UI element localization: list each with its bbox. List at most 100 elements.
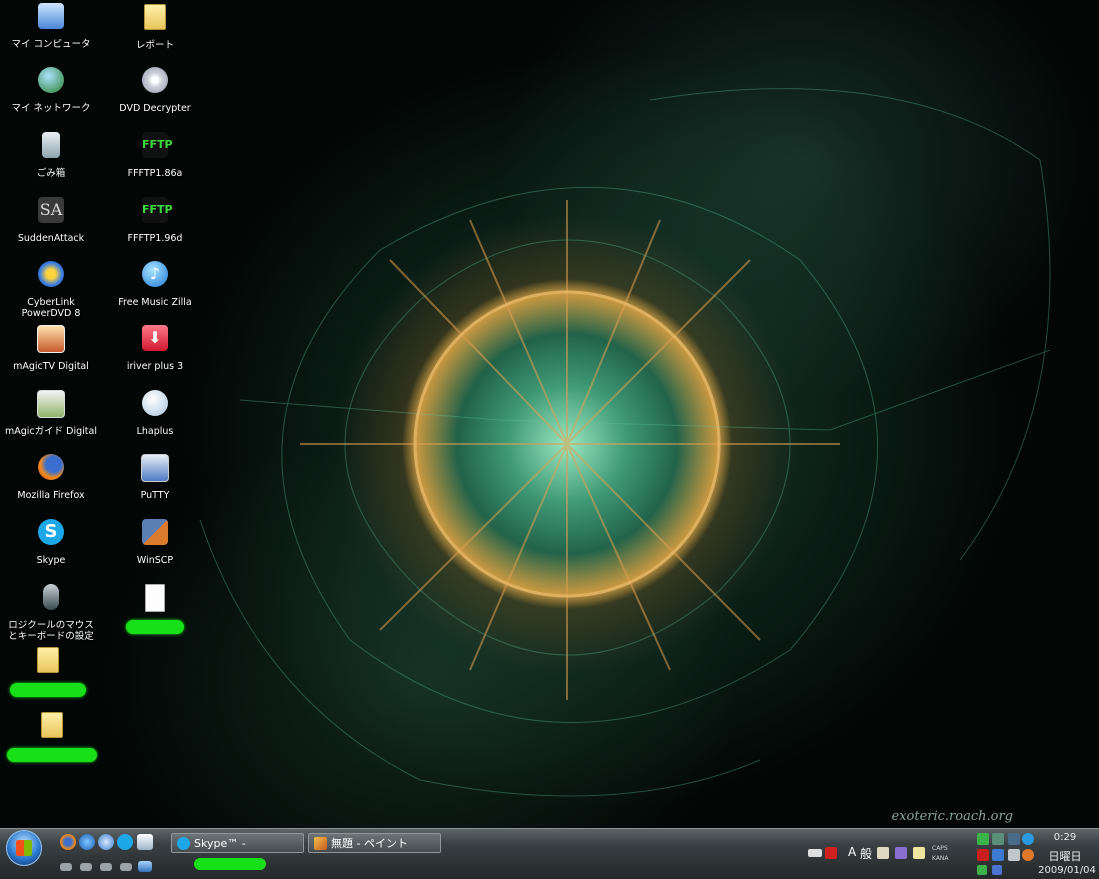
redacted-label <box>194 858 266 870</box>
desktop-icon-firefox[interactable]: Mozilla Firefox <box>3 451 99 501</box>
desktop-icon-iriver-plus[interactable]: ⬇ iriver plus 3 <box>107 322 203 372</box>
icon-label: ごみ箱 <box>36 168 66 179</box>
desktop-icon-hidden-folder-2[interactable] <box>4 708 100 765</box>
ime-pad-icon[interactable] <box>825 847 837 859</box>
icon-label: マイ ネットワーク <box>11 103 91 114</box>
folder-icon <box>32 647 64 679</box>
tray-app-icon[interactable] <box>977 865 987 875</box>
skype-icon[interactable] <box>117 834 133 850</box>
icon-label: SuddenAttack <box>17 233 85 244</box>
icon-label: DVD Decrypter <box>119 103 191 114</box>
desktop-icon-skype[interactable]: S Skype <box>3 516 99 566</box>
document-icon <box>139 584 171 616</box>
desktop-icon-my-network[interactable]: マイ ネットワーク <box>3 64 99 114</box>
taskbar-button-paint[interactable]: 無題 - ペイント <box>308 833 441 853</box>
ftp-icon: FFTP <box>139 197 173 229</box>
ftp-icon: FFTP <box>139 132 173 164</box>
desktop-icon-ffftp-186a[interactable]: FFTP FFFTP1.86a <box>107 129 203 179</box>
clock-time[interactable]: 0:29 <box>1040 832 1090 843</box>
desktop-icon-lhaplus[interactable]: Lhaplus <box>107 387 203 437</box>
desktop-icon-sudden-attack[interactable]: SA SuddenAttack <box>3 194 99 244</box>
folder-icon <box>139 4 171 36</box>
security-icon[interactable] <box>977 833 989 845</box>
music-icon: ♪ <box>139 261 171 293</box>
tv-icon <box>35 325 67 357</box>
clock-date[interactable]: 2009/01/04 <box>1037 865 1097 876</box>
taskbar-button-label: Skype™ - <box>194 837 246 850</box>
transfer-icon <box>139 519 171 551</box>
desktop-icon-magictv[interactable]: mAgicTV Digital <box>3 322 99 372</box>
desktop-icon-recycle-bin[interactable]: ごみ箱 <box>3 129 99 179</box>
icon-label: FFFTP1.96d <box>127 233 183 244</box>
tray-app-icon[interactable] <box>992 849 1004 861</box>
desktop-icon-free-music-zilla[interactable]: ♪ Free Music Zilla <box>107 258 203 308</box>
taskbar: Skype™ - 無題 - ペイント A 般 CAPS KANA 0:29 日曜… <box>0 828 1099 879</box>
ime-dictionary-icon[interactable] <box>895 847 907 859</box>
ati-icon[interactable] <box>977 849 989 861</box>
keyboard-icon[interactable] <box>808 849 822 857</box>
network-status-icon[interactable] <box>992 833 1004 845</box>
tray-app-icon[interactable] <box>992 865 1002 875</box>
icon-label: Mozilla Firefox <box>17 490 85 501</box>
tray-app-icon[interactable] <box>1008 833 1020 845</box>
terminal-icon <box>139 454 171 486</box>
ime-tool-icon[interactable] <box>877 847 889 859</box>
icon-label: Free Music Zilla <box>118 297 192 308</box>
icon-label: PuTTY <box>140 490 170 501</box>
wallpaper-credit: exoteric.roach.org <box>891 809 1014 824</box>
drive-icon[interactable] <box>100 863 112 871</box>
kana-indicator: KANA <box>932 855 949 862</box>
drive-icon[interactable] <box>60 863 72 871</box>
desktop-icon-magic-guide[interactable]: mAgicガイド Digital <box>3 387 99 437</box>
icon-label: ロジクールのマウスとキーボードの設定 <box>8 620 94 642</box>
skype-icon: S <box>35 519 67 551</box>
redacted-label <box>126 620 184 634</box>
ie-icon[interactable] <box>79 834 95 850</box>
tv-guide-icon <box>35 390 67 422</box>
redacted-label <box>10 683 86 697</box>
show-desktop-icon[interactable] <box>137 834 153 850</box>
desktop-icon-logicool[interactable]: ロジクールのマウスとキーボードの設定 <box>3 581 99 642</box>
icon-label: Skype <box>36 555 66 566</box>
icon-label: WinSCP <box>136 555 174 566</box>
skype-icon <box>177 837 190 850</box>
icon-label: mAgicTV Digital <box>13 361 89 372</box>
help-icon[interactable] <box>913 847 925 859</box>
start-button[interactable] <box>6 830 42 866</box>
media-player-icon[interactable] <box>98 834 114 850</box>
icon-label: mAgicガイド Digital <box>5 426 97 437</box>
icon-label: マイ コンピュータ <box>11 39 91 50</box>
drive-icon[interactable] <box>120 863 132 871</box>
desktop-icon-ffftp-196d[interactable]: FFTP FFFTP1.96d <box>107 194 203 244</box>
clock-day[interactable]: 日曜日 <box>1040 848 1090 864</box>
caps-indicator: CAPS <box>932 845 948 852</box>
redacted-label <box>7 748 97 762</box>
archive-icon <box>139 390 171 422</box>
ime-kanji[interactable]: 般 <box>860 845 872 862</box>
desktop-icon-report-folder[interactable]: レポート <box>107 0 203 51</box>
network-icon <box>35 67 67 99</box>
monitor-icon[interactable] <box>138 861 152 872</box>
mouse-icon <box>35 584 67 616</box>
skype-icon[interactable] <box>1022 833 1034 845</box>
tray-app-icon[interactable] <box>1022 849 1034 861</box>
icon-label: Lhaplus <box>136 426 174 437</box>
taskbar-button-skype[interactable]: Skype™ - <box>171 833 304 870</box>
ime-mode[interactable]: A <box>848 845 856 859</box>
volume-icon[interactable] <box>1008 849 1020 861</box>
drive-icon[interactable] <box>80 863 92 871</box>
desktop-icon-hidden-file[interactable] <box>107 581 203 637</box>
folder-icon <box>36 712 68 744</box>
dvd-icon <box>139 67 171 99</box>
desktop-icon-winscp[interactable]: WinSCP <box>107 516 203 566</box>
desktop-icon-hidden-folder-1[interactable] <box>0 643 96 700</box>
firefox-icon[interactable] <box>60 834 76 850</box>
desktop-icon-my-computer[interactable]: マイ コンピュータ <box>3 0 99 50</box>
desktop-icon-powerdvd[interactable]: CyberLink PowerDVD 8 <box>3 258 99 319</box>
icon-label: CyberLink PowerDVD 8 <box>21 297 81 319</box>
paint-icon <box>314 837 327 850</box>
desktop-icon-dvd-decrypter[interactable]: DVD Decrypter <box>107 64 203 114</box>
dvd-player-icon <box>35 261 67 293</box>
desktop-icon-putty[interactable]: PuTTY <box>107 451 203 501</box>
icon-label: iriver plus 3 <box>126 361 184 372</box>
